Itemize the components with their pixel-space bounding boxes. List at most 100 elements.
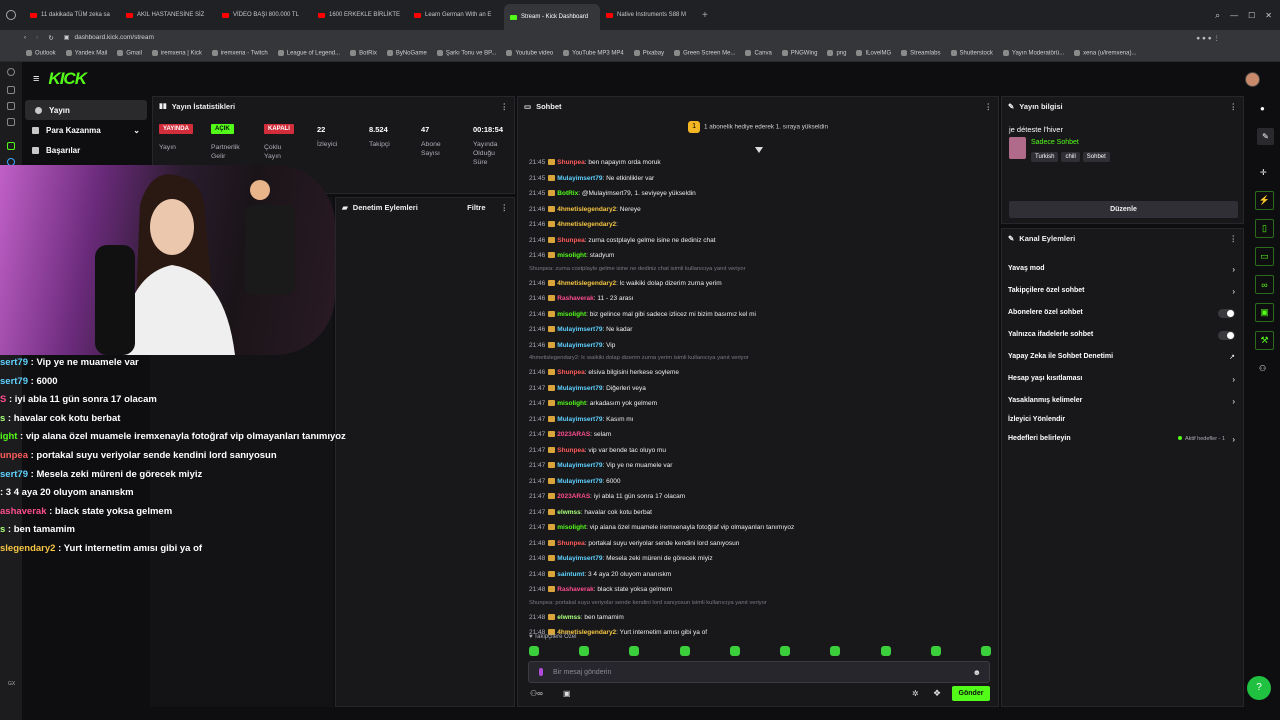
message-username[interactable]: Mulayimsert79 [557, 462, 602, 469]
more-options-icon[interactable]: ⋮ [501, 203, 509, 212]
send-button[interactable]: Gönder [952, 686, 990, 701]
bookmark-item[interactable]: Shutterstock [950, 49, 993, 56]
rail-icon-1[interactable] [7, 68, 15, 76]
bookmark-item[interactable]: iremxena - Twitch [211, 49, 268, 56]
emote-icon[interactable] [930, 646, 941, 656]
sidebar-item-yayin[interactable]: Yayın [25, 100, 147, 120]
address-bar[interactable]: ‹ › ↻ ▣ dashboard.kick.com/stream ● ● ● … [0, 30, 1280, 45]
gift-icon[interactable]: ▣ [563, 689, 571, 698]
emote-icon[interactable] [729, 646, 740, 656]
message-username[interactable]: 2023ARAS [557, 493, 590, 500]
message-username[interactable]: Shunpea [557, 447, 584, 454]
message-username[interactable]: 4hmetislegendary2 [557, 280, 616, 287]
browser-tab[interactable]: Native Instruments S88 M [600, 4, 696, 26]
forward-icon[interactable]: › [36, 34, 38, 41]
channel-action-row[interactable]: Hedefleri belirleyin › Aktif hedefler - 1 [1002, 435, 1243, 449]
message-username[interactable]: Mulayimsert79 [557, 416, 602, 423]
emote-icon[interactable] [629, 646, 640, 656]
chat-users-icon[interactable]: ⚇∞ [530, 689, 543, 698]
rail-icon-4[interactable] [7, 118, 15, 126]
emote-icon[interactable] [529, 646, 539, 656]
message-username[interactable]: Shunpea [557, 369, 584, 376]
filter-button[interactable]: Filtre [467, 203, 485, 212]
channel-action-row[interactable]: Yasaklanmış kelimeler › [1002, 397, 1243, 411]
message-username[interactable]: BotRix [557, 190, 578, 197]
browser-menu-icon[interactable] [6, 10, 16, 20]
users-icon[interactable]: ⚇ [1259, 364, 1266, 373]
browser-tab[interactable]: 1600 ERKEKLE BİRLİKTE [312, 4, 408, 26]
message-username[interactable]: Mulayimsert79 [557, 478, 602, 485]
back-icon[interactable]: ‹ [24, 34, 26, 41]
bookmark-item[interactable]: iremxena | Kick [151, 49, 202, 56]
mic-icon[interactable] [539, 668, 543, 676]
chat-input[interactable]: Bir mesaj gönderin ☻ [528, 661, 990, 683]
message-username[interactable]: elwmss [557, 614, 581, 621]
message-username[interactable]: misolight [557, 400, 586, 407]
tag-chip[interactable]: Turkish [1031, 152, 1059, 162]
bookmark-item[interactable]: Outlook [26, 49, 56, 56]
message-username[interactable]: 4hmetislegendary2 [557, 206, 616, 213]
avatar[interactable] [1245, 71, 1260, 87]
channel-action-row[interactable]: Yalnızca ifadelerle sohbet [1002, 331, 1243, 345]
message-username[interactable]: Shunpea [557, 540, 584, 547]
channel-action-row[interactable]: Hesap yaşı kısıtlaması › [1002, 375, 1243, 389]
category-name[interactable]: Sadece Sohbet [1031, 139, 1079, 146]
channel-action-row[interactable]: Takipçilere özel sohbet › [1002, 287, 1243, 301]
message-username[interactable]: Shunpea [557, 159, 584, 166]
bookmark-item[interactable]: Şarkı Tonu ve BP... [436, 49, 496, 56]
url-text[interactable]: dashboard.kick.com/stream [74, 34, 153, 41]
emote-icon[interactable] [679, 646, 690, 656]
emote-icon[interactable] [780, 646, 791, 656]
more-options-icon[interactable]: ⋮ [501, 102, 509, 111]
multistream-badge[interactable]: KAPALI [264, 124, 294, 134]
message-username[interactable]: 4hmetislegendary2 [557, 221, 616, 228]
message-username[interactable]: Rashaverak [557, 586, 594, 593]
message-username[interactable]: Mulayimsert79 [557, 385, 602, 392]
target-icon[interactable]: ✛ [1260, 168, 1267, 177]
bookmark-item[interactable]: xena (u/iremxena)... [1074, 49, 1137, 56]
sidebar-item-para-kazanma[interactable]: Para Kazanma ⌄ [22, 120, 150, 140]
message-username[interactable]: Mulayimsert79 [557, 342, 602, 349]
emote-icon[interactable] [880, 646, 891, 656]
bookmark-item[interactable]: Gmail [117, 49, 142, 56]
message-username[interactable]: Mulayimsert79 [557, 326, 602, 333]
close-window-button[interactable]: ✕ [1265, 11, 1272, 20]
browser-tab[interactable]: Learn German With an E [408, 4, 504, 26]
browser-tab[interactable]: 11 dakikada TÜM zeka sa [24, 4, 120, 26]
quick-action-note[interactable]: ▯ [1255, 219, 1274, 238]
channel-action-row[interactable]: Abonelere özel sohbet [1002, 309, 1243, 323]
bookmark-item[interactable]: ILovelMG [856, 49, 891, 56]
rail-icon-3[interactable] [7, 102, 15, 110]
quick-action-chat[interactable]: ▭ [1255, 247, 1274, 266]
emote-icon[interactable] [830, 646, 841, 656]
kick-logo[interactable]: KICK [48, 69, 87, 89]
partner-badge[interactable]: AÇIK [211, 124, 234, 134]
help-button[interactable]: ? [1247, 676, 1271, 700]
maximize-button[interactable]: ☐ [1248, 11, 1255, 20]
message-username[interactable]: elwmss [557, 509, 581, 516]
emote-icon[interactable] [579, 646, 590, 656]
new-tab-button[interactable]: + [702, 10, 708, 21]
browser-tab[interactable]: Stream - Kick Dashboard [504, 4, 600, 30]
browser-tab[interactable]: VİDEO BAŞI 800.000 TL [216, 4, 312, 26]
hamburger-icon[interactable]: ≡ [33, 73, 39, 85]
pencil-icon[interactable]: ✎ [1257, 128, 1274, 145]
bookmark-item[interactable]: BotRix [350, 49, 377, 56]
message-username[interactable]: misolight [557, 524, 586, 531]
quick-action-bolt[interactable]: ⚡ [1255, 191, 1274, 210]
settings-icon[interactable]: ✲ [912, 689, 919, 698]
sidebar-item-basarilar[interactable]: Başarılar [22, 140, 150, 160]
search-tabs-icon[interactable]: ⌕ [1215, 10, 1220, 21]
more-options-icon[interactable]: ⋮ [1230, 102, 1238, 111]
message-username[interactable]: saintumt [557, 571, 584, 578]
message-username[interactable]: Rashaverak [557, 295, 594, 302]
bookmark-item[interactable]: League of Legend... [277, 49, 340, 56]
channel-action-row[interactable]: Yapay Zeka ile Sohbet Denetimi ↗ [1002, 353, 1243, 367]
emoji-picker-icon[interactable]: ☻ [973, 668, 981, 677]
bookmark-item[interactable]: PNGWing [781, 49, 817, 56]
bookmark-item[interactable]: Pixabay [633, 49, 664, 56]
toggle-switch[interactable] [1218, 309, 1235, 318]
message-username[interactable]: Mulayimsert79 [557, 555, 602, 562]
tag-chip[interactable]: chill [1061, 152, 1080, 162]
bookmark-item[interactable]: Streamlabs [901, 49, 941, 56]
